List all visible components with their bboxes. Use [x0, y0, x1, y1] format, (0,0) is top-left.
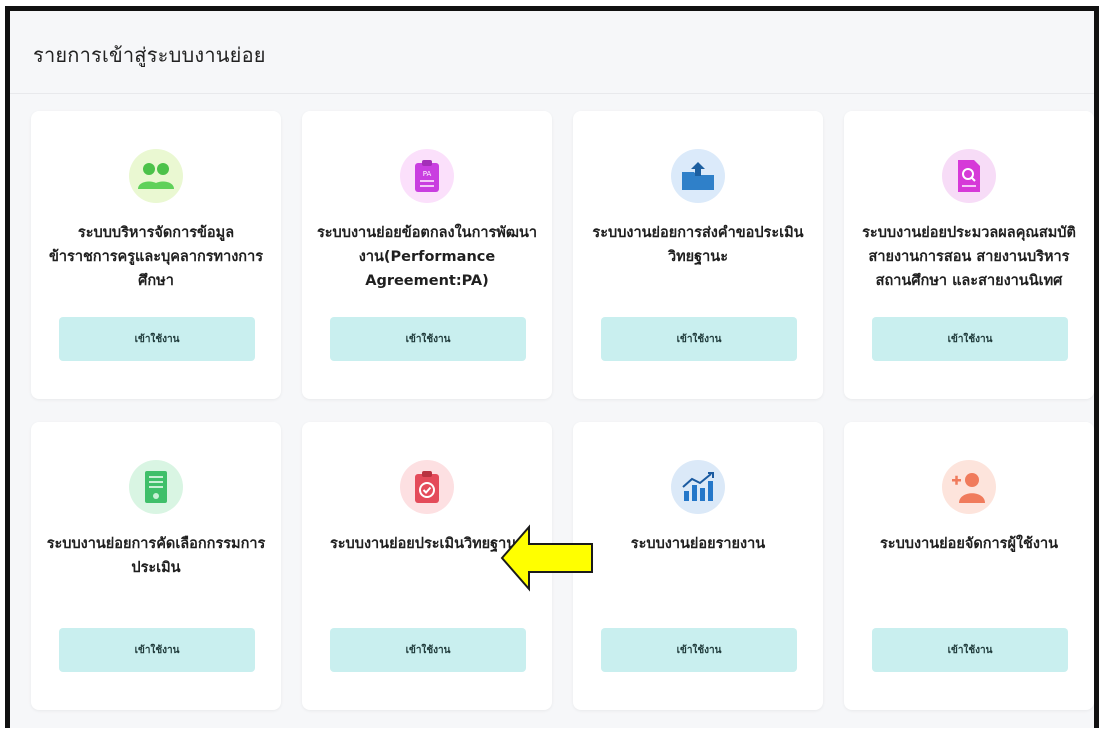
system-card-request: ระบบงานย่อยการส่งคำขอประเมินวิทยฐานะ เข้… [573, 111, 823, 399]
card-title: ระบบงานย่อยประมวลผลคุณสมบัติสายงานการสอน… [862, 225, 1076, 289]
upload-folder-icon [671, 149, 725, 203]
card-title: ระบบงานย่อยรายงาน [630, 536, 766, 552]
bar-chart-icon [671, 460, 725, 514]
add-user-icon [942, 460, 996, 514]
document-search-icon [942, 149, 996, 203]
enter-button[interactable]: เข้าใช้งาน [872, 317, 1068, 361]
enter-button[interactable]: เข้าใช้งาน [330, 628, 526, 672]
pa-icon-label: PA [423, 170, 432, 178]
card-title: ระบบงานย่อยข้อตกลงในการพัฒนางาน(Performa… [316, 225, 537, 289]
card-title: ระบบบริหารจัดการข้อมูลข้าราชการครูและบุค… [48, 225, 264, 289]
system-card-qualification: ระบบงานย่อยประมวลผลคุณสมบัติสายงานการสอน… [844, 111, 1094, 399]
clipboard-pa-icon: PA [400, 149, 454, 203]
clipboard-check-icon [400, 460, 454, 514]
certificate-icon [129, 460, 183, 514]
enter-button[interactable]: เข้าใช้งาน [872, 628, 1068, 672]
enter-button[interactable]: เข้าใช้งาน [601, 628, 797, 672]
enter-button[interactable]: เข้าใช้งาน [330, 317, 526, 361]
users-icon [129, 149, 183, 203]
divider [10, 93, 1094, 94]
enter-button[interactable]: เข้าใช้งาน [601, 317, 797, 361]
app-window: รายการเข้าสู่ระบบงานย่อย ระบบบริหารจัดกา… [5, 6, 1099, 728]
system-card-users: ระบบงานย่อยจัดการผู้ใช้งาน เข้าใช้งาน [844, 422, 1094, 710]
card-title: ระบบงานย่อยการคัดเลือกกรรมการประเมิน [46, 536, 266, 576]
arrow-left-icon [500, 524, 593, 592]
system-card-pa: PA ระบบงานย่อยข้อตกลงในการพัฒนางาน(Perfo… [302, 111, 552, 399]
page-title: รายการเข้าสู่ระบบงานย่อย [33, 43, 266, 67]
system-card-committee: ระบบงานย่อยการคัดเลือกกรรมการประเมิน เข้… [31, 422, 281, 710]
card-title: ระบบงานย่อยการส่งคำขอประเมินวิทยฐานะ [592, 225, 804, 265]
enter-button[interactable]: เข้าใช้งาน [59, 628, 255, 672]
system-card-report: ระบบงานย่อยรายงาน เข้าใช้งาน [573, 422, 823, 710]
system-card-hr: ระบบบริหารจัดการข้อมูลข้าราชการครูและบุค… [31, 111, 281, 399]
card-title: ระบบงานย่อยจัดการผู้ใช้งาน [880, 536, 1058, 552]
enter-button[interactable]: เข้าใช้งาน [59, 317, 255, 361]
